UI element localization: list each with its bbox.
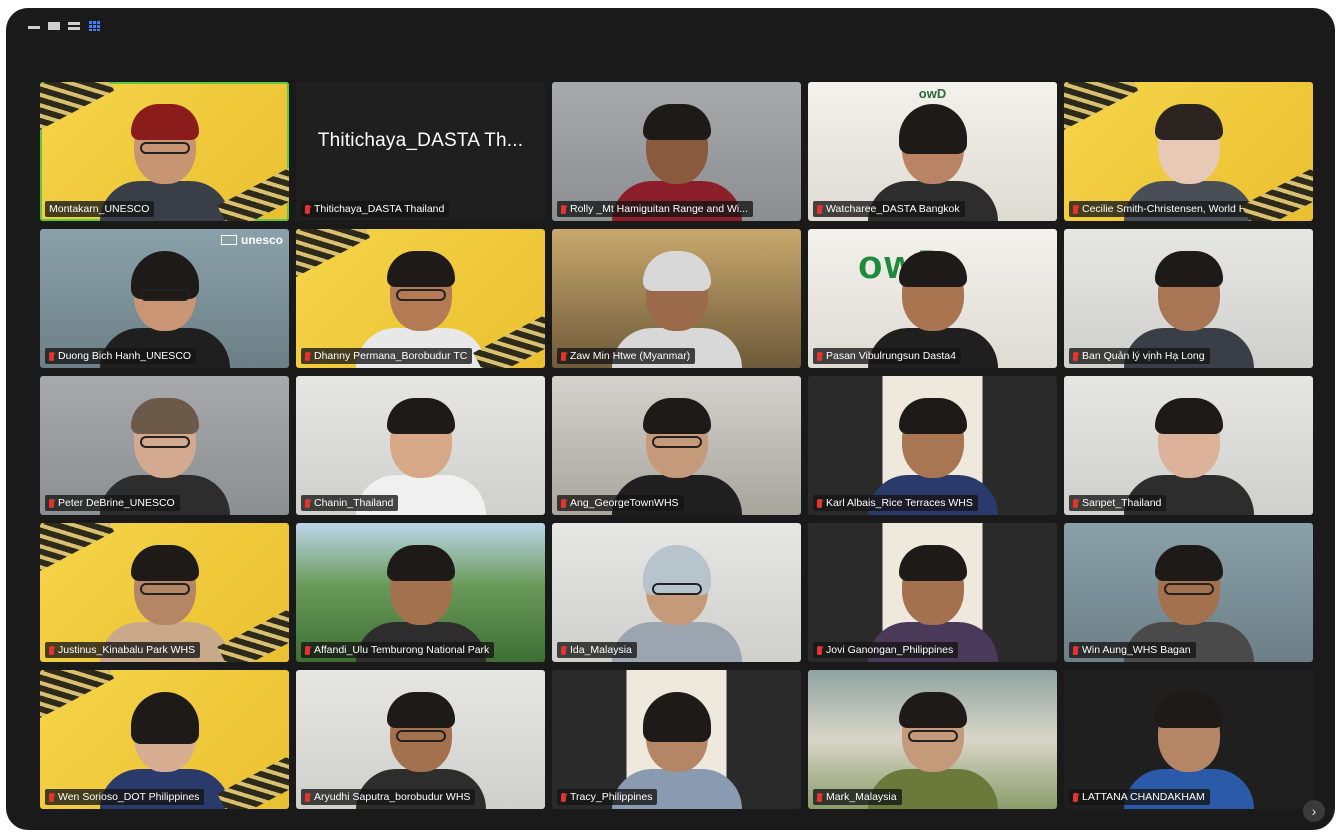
participant-name-label: Mark_Malaysia xyxy=(813,789,902,805)
participant-name-label: Sanpet_Thailand xyxy=(1069,495,1167,511)
minimize-icon[interactable] xyxy=(28,26,40,29)
video-tile[interactable]: Jovi Ganongan_Philippines xyxy=(808,523,1057,662)
video-tile[interactable]: Ida_Malaysia xyxy=(552,523,801,662)
mic-muted-icon xyxy=(561,645,566,655)
gallery-view-icon[interactable] xyxy=(88,20,100,31)
mic-muted-icon xyxy=(305,498,310,508)
mic-muted-icon xyxy=(561,792,566,802)
participant-name-label: Ida_Malaysia xyxy=(557,642,637,658)
participant-name-label: Zaw Min Htwe (Myanmar) xyxy=(557,348,696,364)
participant-name-label: Chanin_Thailand xyxy=(301,495,399,511)
mic-muted-icon xyxy=(561,498,566,508)
video-tile[interactable]: Aryudhi Saputra_borobudur WHS xyxy=(296,670,545,809)
mic-muted-icon xyxy=(1073,498,1078,508)
video-tile[interactable]: Zaw Min Htwe (Myanmar) xyxy=(552,229,801,368)
participant-name-label: Rolly _Mt Hamiguitan Range and Wi... xyxy=(557,201,753,217)
video-tile[interactable]: unesco Duong Bich Hanh_UNESCO xyxy=(40,229,289,368)
mic-muted-icon xyxy=(817,204,822,214)
video-tile[interactable]: Cecilie Smith-Christensen, World H... xyxy=(1064,82,1313,221)
mic-muted-icon xyxy=(49,645,54,655)
video-tile[interactable]: Chanin_Thailand xyxy=(296,376,545,515)
participant-name-label: Aryudhi Saputra_borobudur WHS xyxy=(301,789,476,805)
video-tile[interactable]: Ban Quản lý vịnh Hạ Long xyxy=(1064,229,1313,368)
mic-muted-icon xyxy=(1073,645,1078,655)
video-tile[interactable]: LATTANA CHANDAKHAM xyxy=(1064,670,1313,809)
video-tile[interactable]: Justinus_Kinabalu Park WHS xyxy=(40,523,289,662)
video-tile[interactable]: Wen Sorioso_DOT Philippines xyxy=(40,670,289,809)
speaker-view-icon[interactable] xyxy=(48,21,60,30)
zoom-window: Montakarn_UNESCO Thitichaya_DASTA Th... … xyxy=(6,8,1335,830)
mic-muted-icon xyxy=(49,351,54,361)
mic-muted-icon xyxy=(305,792,310,802)
video-tile[interactable]: Tracy_Philippines xyxy=(552,670,801,809)
participant-name-label: Watcharee_DASTA Bangkok xyxy=(813,201,965,217)
participant-name-label: Cecilie Smith-Christensen, World H... xyxy=(1069,201,1261,217)
participant-name-label: Tracy_Philippines xyxy=(557,789,658,805)
participant-name-label: Justinus_Kinabalu Park WHS xyxy=(45,642,201,658)
video-tile[interactable]: owD Watcharee_DASTA Bangkok xyxy=(808,82,1057,221)
mic-muted-icon xyxy=(1073,351,1078,361)
mic-muted-icon xyxy=(305,645,310,655)
video-tile[interactable]: Karl Albais_Rice Terraces WHS xyxy=(808,376,1057,515)
mic-muted-icon xyxy=(305,204,310,214)
mic-muted-icon xyxy=(817,351,822,361)
participant-name-label: Thitichaya_DASTA Thailand xyxy=(301,201,450,217)
mic-muted-icon xyxy=(561,204,566,214)
video-tile[interactable]: Rolly _Mt Hamiguitan Range and Wi... xyxy=(552,82,801,221)
video-tile[interactable]: Ang_GeorgeTownWHS xyxy=(552,376,801,515)
participant-name-label: Pasan Vibulrungsun Dasta4 xyxy=(813,348,961,364)
participant-name-label: Win Aung_WHS Bagan xyxy=(1069,642,1196,658)
video-tile[interactable]: Win Aung_WHS Bagan xyxy=(1064,523,1313,662)
view-controls xyxy=(28,20,100,31)
participant-name-label: Karl Albais_Rice Terraces WHS xyxy=(813,495,978,511)
video-tile[interactable]: Mark_Malaysia xyxy=(808,670,1057,809)
participant-name-label: Ban Quản lý vịnh Hạ Long xyxy=(1069,348,1210,364)
participant-name-label: LATTANA CHANDAKHAM xyxy=(1069,789,1210,805)
video-tile[interactable]: Dhanny Permana_Borobudur TC xyxy=(296,229,545,368)
video-tile[interactable]: Thitichaya_DASTA Th... Thitichaya_DASTA … xyxy=(296,82,545,221)
mic-muted-icon xyxy=(49,498,54,508)
mic-muted-icon xyxy=(817,645,822,655)
video-tile[interactable]: Affandi_Ulu Temburong National Park xyxy=(296,523,545,662)
strip-view-icon[interactable] xyxy=(68,21,80,30)
participant-display-name: Thitichaya_DASTA Th... xyxy=(317,130,524,151)
participant-name-label: Dhanny Permana_Borobudur TC xyxy=(301,348,473,364)
gallery-grid: Montakarn_UNESCO Thitichaya_DASTA Th... … xyxy=(40,82,1313,809)
mic-muted-icon xyxy=(561,351,566,361)
mic-muted-icon xyxy=(1073,204,1078,214)
video-tile[interactable]: Sanpet_Thailand xyxy=(1064,376,1313,515)
mic-muted-icon xyxy=(49,792,54,802)
mic-muted-icon xyxy=(305,351,310,361)
video-tile[interactable]: Peter DeBrine_UNESCO xyxy=(40,376,289,515)
participant-name-label: Peter DeBrine_UNESCO xyxy=(45,495,180,511)
participant-name-label: Wen Sorioso_DOT Philippines xyxy=(45,789,205,805)
participant-name-label: Ang_GeorgeTownWHS xyxy=(557,495,684,511)
video-tile[interactable]: Montakarn_UNESCO xyxy=(40,82,289,221)
mic-muted-icon xyxy=(1073,792,1078,802)
chevron-right-icon[interactable]: › xyxy=(1303,800,1325,822)
mic-muted-icon xyxy=(817,792,822,802)
unesco-logo: unesco xyxy=(220,233,283,247)
mic-muted-icon xyxy=(817,498,822,508)
participant-name-label: Jovi Ganongan_Philippines xyxy=(813,642,959,658)
participant-name-label: Duong Bich Hanh_UNESCO xyxy=(45,348,197,364)
participant-name-label: Montakarn_UNESCO xyxy=(45,201,155,217)
video-tile[interactable]: owD Pasan Vibulrungsun Dasta4 xyxy=(808,229,1057,368)
participant-name-label: Affandi_Ulu Temburong National Park xyxy=(301,642,495,658)
